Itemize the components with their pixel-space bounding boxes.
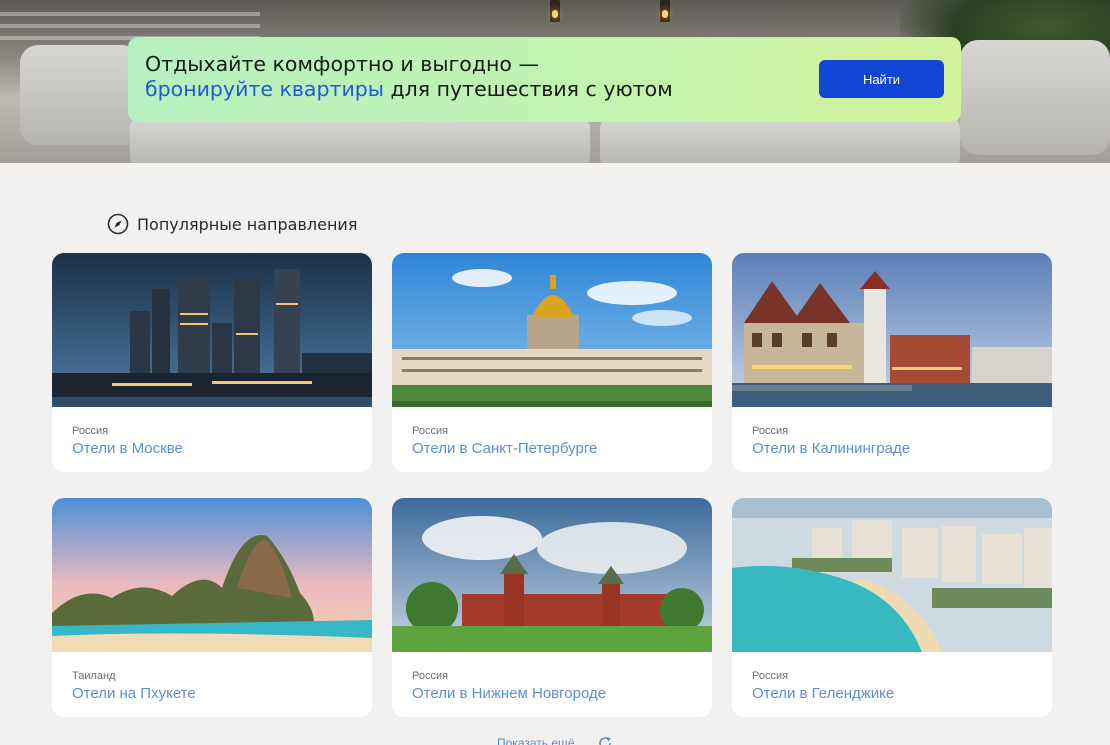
banner-subline: бронируйте квартиры для путешествия с ую…	[145, 77, 673, 101]
card-city-link[interactable]: Отели в Калининграде	[752, 440, 910, 457]
destination-card-gelendzhik[interactable]: Россия Отели в Геленджике	[732, 498, 1052, 717]
hero-cushion	[20, 45, 140, 145]
destination-card-spb[interactable]: Россия Отели в Санкт-Петербурге	[392, 253, 712, 472]
destination-photo	[732, 253, 1052, 407]
promo-banner: Отдыхайте комфортно и выгодно — бронируй…	[128, 37, 961, 122]
section-title: Популярные направления	[137, 214, 358, 234]
refresh-icon	[598, 737, 611, 745]
destination-card-moscow[interactable]: Россия Отели в Москве	[52, 253, 372, 472]
destination-photo	[392, 253, 712, 407]
destination-photo	[52, 498, 372, 652]
hero-cushion	[960, 40, 1110, 155]
card-city-link[interactable]: Отели в Нижнем Новгороде	[412, 685, 606, 702]
hero-lamp	[660, 0, 670, 22]
card-city-link[interactable]: Отели в Москве	[72, 440, 183, 457]
card-city-link[interactable]: Отели в Геленджике	[752, 685, 894, 702]
destination-card-nizhny-novgorod[interactable]: Россия Отели в Нижнем Новгороде	[392, 498, 712, 717]
compass-icon	[107, 213, 129, 235]
hero-decoration	[0, 24, 260, 28]
destination-photo	[392, 498, 712, 652]
hero-cushion	[130, 118, 590, 163]
banner-subline-rest: для путешествия с уютом	[383, 77, 673, 101]
hero-lamp	[550, 0, 560, 22]
destination-photo	[52, 253, 372, 407]
show-more-button[interactable]: Показать ещё	[497, 735, 613, 745]
show-more-label: Показать ещё	[497, 736, 575, 745]
card-country: Россия	[72, 425, 109, 437]
banner-accent-text: бронируйте квартиры	[145, 77, 384, 101]
find-button[interactable]: Найти	[819, 60, 944, 98]
card-country: Таиланд	[72, 670, 116, 682]
card-country: Россия	[412, 670, 449, 682]
card-country: Россия	[412, 425, 449, 437]
destination-card-phuket[interactable]: Таиланд Отели на Пхукете	[52, 498, 372, 717]
destination-photo	[732, 498, 1052, 652]
hero-image: Отдыхайте комфортно и выгодно — бронируй…	[0, 0, 1110, 163]
card-country: Россия	[752, 425, 789, 437]
section-header: Популярные направления	[107, 213, 357, 235]
destination-card-kaliningrad[interactable]: Россия Отели в Калининграде	[732, 253, 1052, 472]
card-city-link[interactable]: Отели в Санкт-Петербурге	[412, 440, 597, 457]
banner-headline: Отдыхайте комфортно и выгодно —	[145, 52, 539, 76]
hero-cushion	[600, 118, 960, 163]
card-city-link[interactable]: Отели на Пхукете	[72, 685, 196, 702]
card-country: Россия	[752, 670, 789, 682]
hero-decoration	[0, 12, 260, 16]
